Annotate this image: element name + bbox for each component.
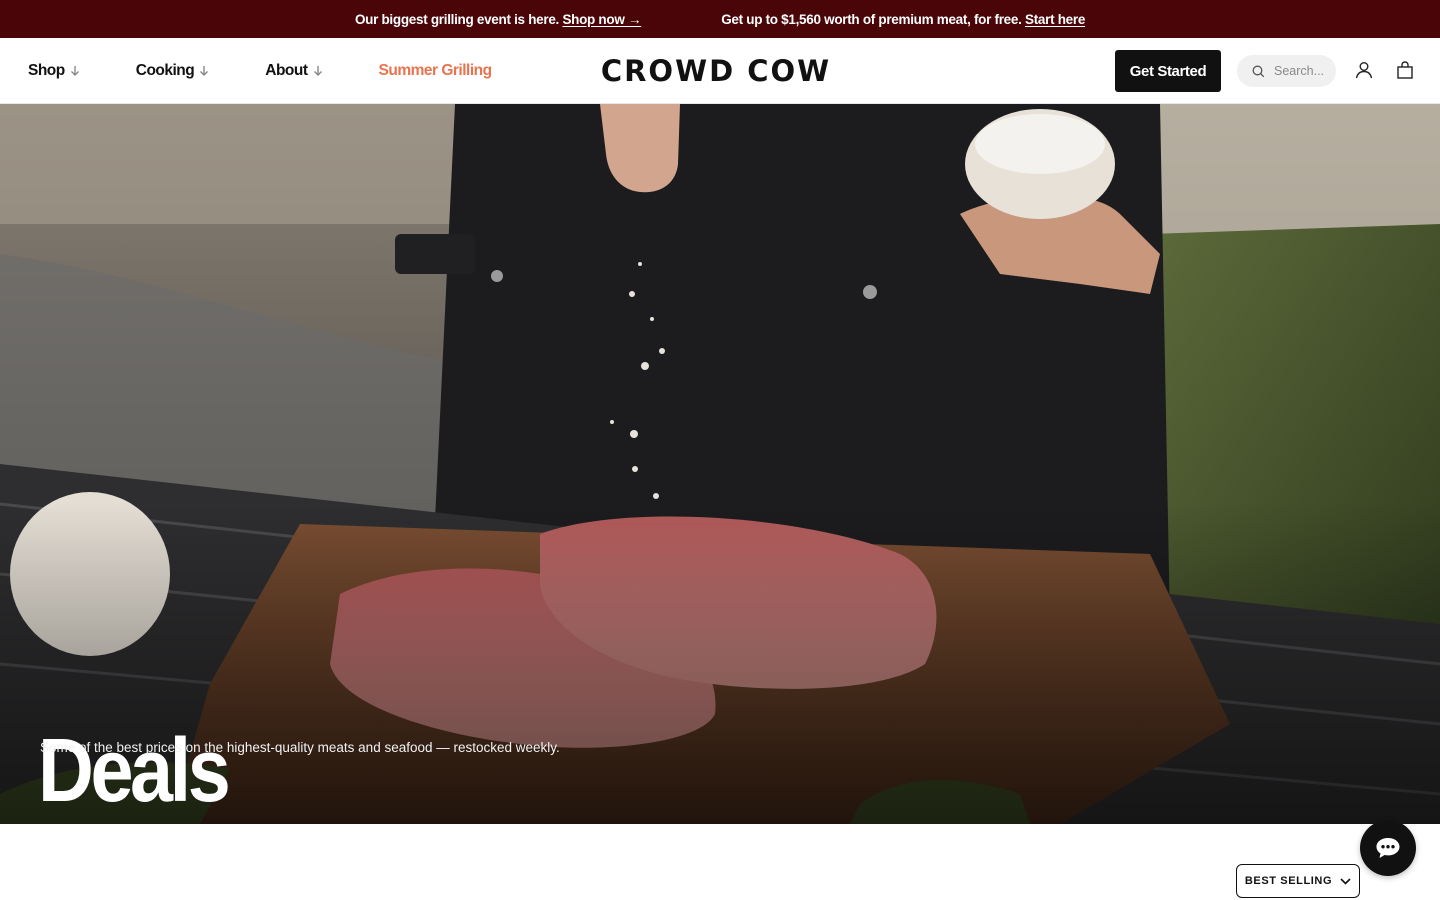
sort-dropdown[interactable]: BEST SELLING <box>1236 864 1360 898</box>
nav-label-shop: Shop <box>28 62 65 79</box>
arrow-down-icon <box>313 66 322 76</box>
promo-right: Get up to $1,560 worth of premium meat, … <box>721 12 1085 27</box>
chat-bubble-icon <box>1376 838 1400 858</box>
search-input[interactable] <box>1274 64 1334 78</box>
page-subtitle: Some of the best prices on the highest-q… <box>40 740 560 755</box>
sort-label: BEST SELLING <box>1244 875 1333 887</box>
search-box[interactable] <box>1237 55 1336 87</box>
shop-now-label: Shop now <box>562 11 625 27</box>
nav-item-cooking[interactable]: Cooking <box>136 62 210 80</box>
hero-image <box>0 104 1440 824</box>
promo-bar: Our biggest grilling event is here. Shop… <box>0 0 1440 38</box>
main-nav: Shop Cooking About Summer Grilling <box>28 38 492 104</box>
get-started-button[interactable]: Get Started <box>1115 50 1221 92</box>
arrow-down-icon <box>70 66 79 76</box>
nav-item-shop[interactable]: Shop <box>28 62 80 80</box>
shop-now-link[interactable]: Shop now → <box>562 12 641 27</box>
promo-left-text: Our biggest grilling event is here. <box>354 11 559 27</box>
hero-banner: Deals Some of the best prices on the hig… <box>0 104 1440 824</box>
user-icon[interactable] <box>1354 60 1374 80</box>
chat-button[interactable] <box>1360 820 1416 876</box>
arrow-down-icon <box>200 66 209 76</box>
start-here-link[interactable]: Start here <box>1025 12 1085 27</box>
nav-label-cooking: Cooking <box>135 62 195 79</box>
nav-item-about[interactable]: About <box>265 62 322 80</box>
nav-item-summer-grilling[interactable]: Summer Grilling <box>378 62 493 80</box>
nav-label-about: About <box>265 62 308 79</box>
promo-left: Our biggest grilling event is here. Shop… <box>354 11 642 27</box>
nav-label-summer-grilling: Summer Grilling <box>378 62 493 79</box>
search-icon <box>1252 65 1265 77</box>
chevron-down-icon <box>1340 877 1351 885</box>
promo-right-text: Get up to $1,560 worth of premium meat, … <box>721 11 1022 27</box>
cart-icon[interactable] <box>1395 60 1415 80</box>
site-header: Shop Cooking About Summer Grilling CROWD… <box>0 38 1440 104</box>
brand-logo[interactable]: CROWD COW <box>592 52 840 90</box>
arrow-right-icon: → <box>627 11 642 27</box>
